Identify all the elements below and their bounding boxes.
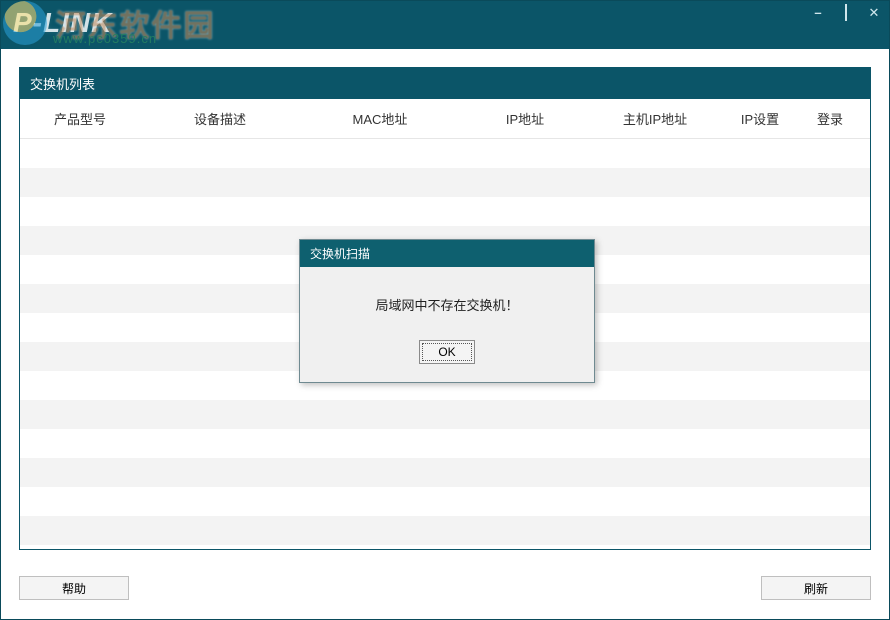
col-device-desc: 设备描述	[140, 99, 300, 138]
table-row	[20, 197, 870, 226]
help-button[interactable]: 帮助	[19, 576, 129, 600]
dialog-body: 局域网中不存在交换机！ OK	[300, 267, 594, 382]
table-row	[20, 400, 870, 429]
title-bar: P-LINK 河东软件园 www.pc0359.cn	[1, 1, 889, 49]
close-icon[interactable]	[867, 5, 881, 21]
table-row	[20, 168, 870, 197]
dialog-title: 交换机扫描	[300, 240, 594, 267]
col-ip-addr: IP地址	[460, 99, 590, 138]
col-host-ip: 主机IP地址	[590, 99, 720, 138]
footer-bar: 帮助 刷新	[1, 564, 889, 614]
refresh-button[interactable]: 刷新	[761, 576, 871, 600]
col-mac-addr: MAC地址	[300, 99, 460, 138]
panel-title: 交换机列表	[20, 68, 870, 99]
window-controls	[811, 5, 881, 21]
table-row	[20, 516, 870, 545]
maximize-icon[interactable]	[839, 5, 853, 21]
table-header: 产品型号 设备描述 MAC地址 IP地址 主机IP地址 IP设置 登录	[20, 99, 870, 139]
table-row	[20, 487, 870, 516]
brand-logo: P-LINK	[13, 7, 877, 39]
minimize-icon[interactable]	[811, 5, 825, 21]
dialog-message: 局域网中不存在交换机！	[310, 295, 584, 314]
main-window: P-LINK 河东软件园 www.pc0359.cn 交换机列表 产品型号 设备…	[0, 0, 890, 620]
col-login: 登录	[800, 99, 860, 138]
table-row	[20, 458, 870, 487]
col-ip-conf: IP设置	[720, 99, 800, 138]
scan-dialog: 交换机扫描 局域网中不存在交换机！ OK	[299, 239, 595, 383]
table-row	[20, 429, 870, 458]
col-product-model: 产品型号	[20, 99, 140, 138]
ok-button[interactable]: OK	[419, 340, 475, 364]
table-row	[20, 139, 870, 168]
